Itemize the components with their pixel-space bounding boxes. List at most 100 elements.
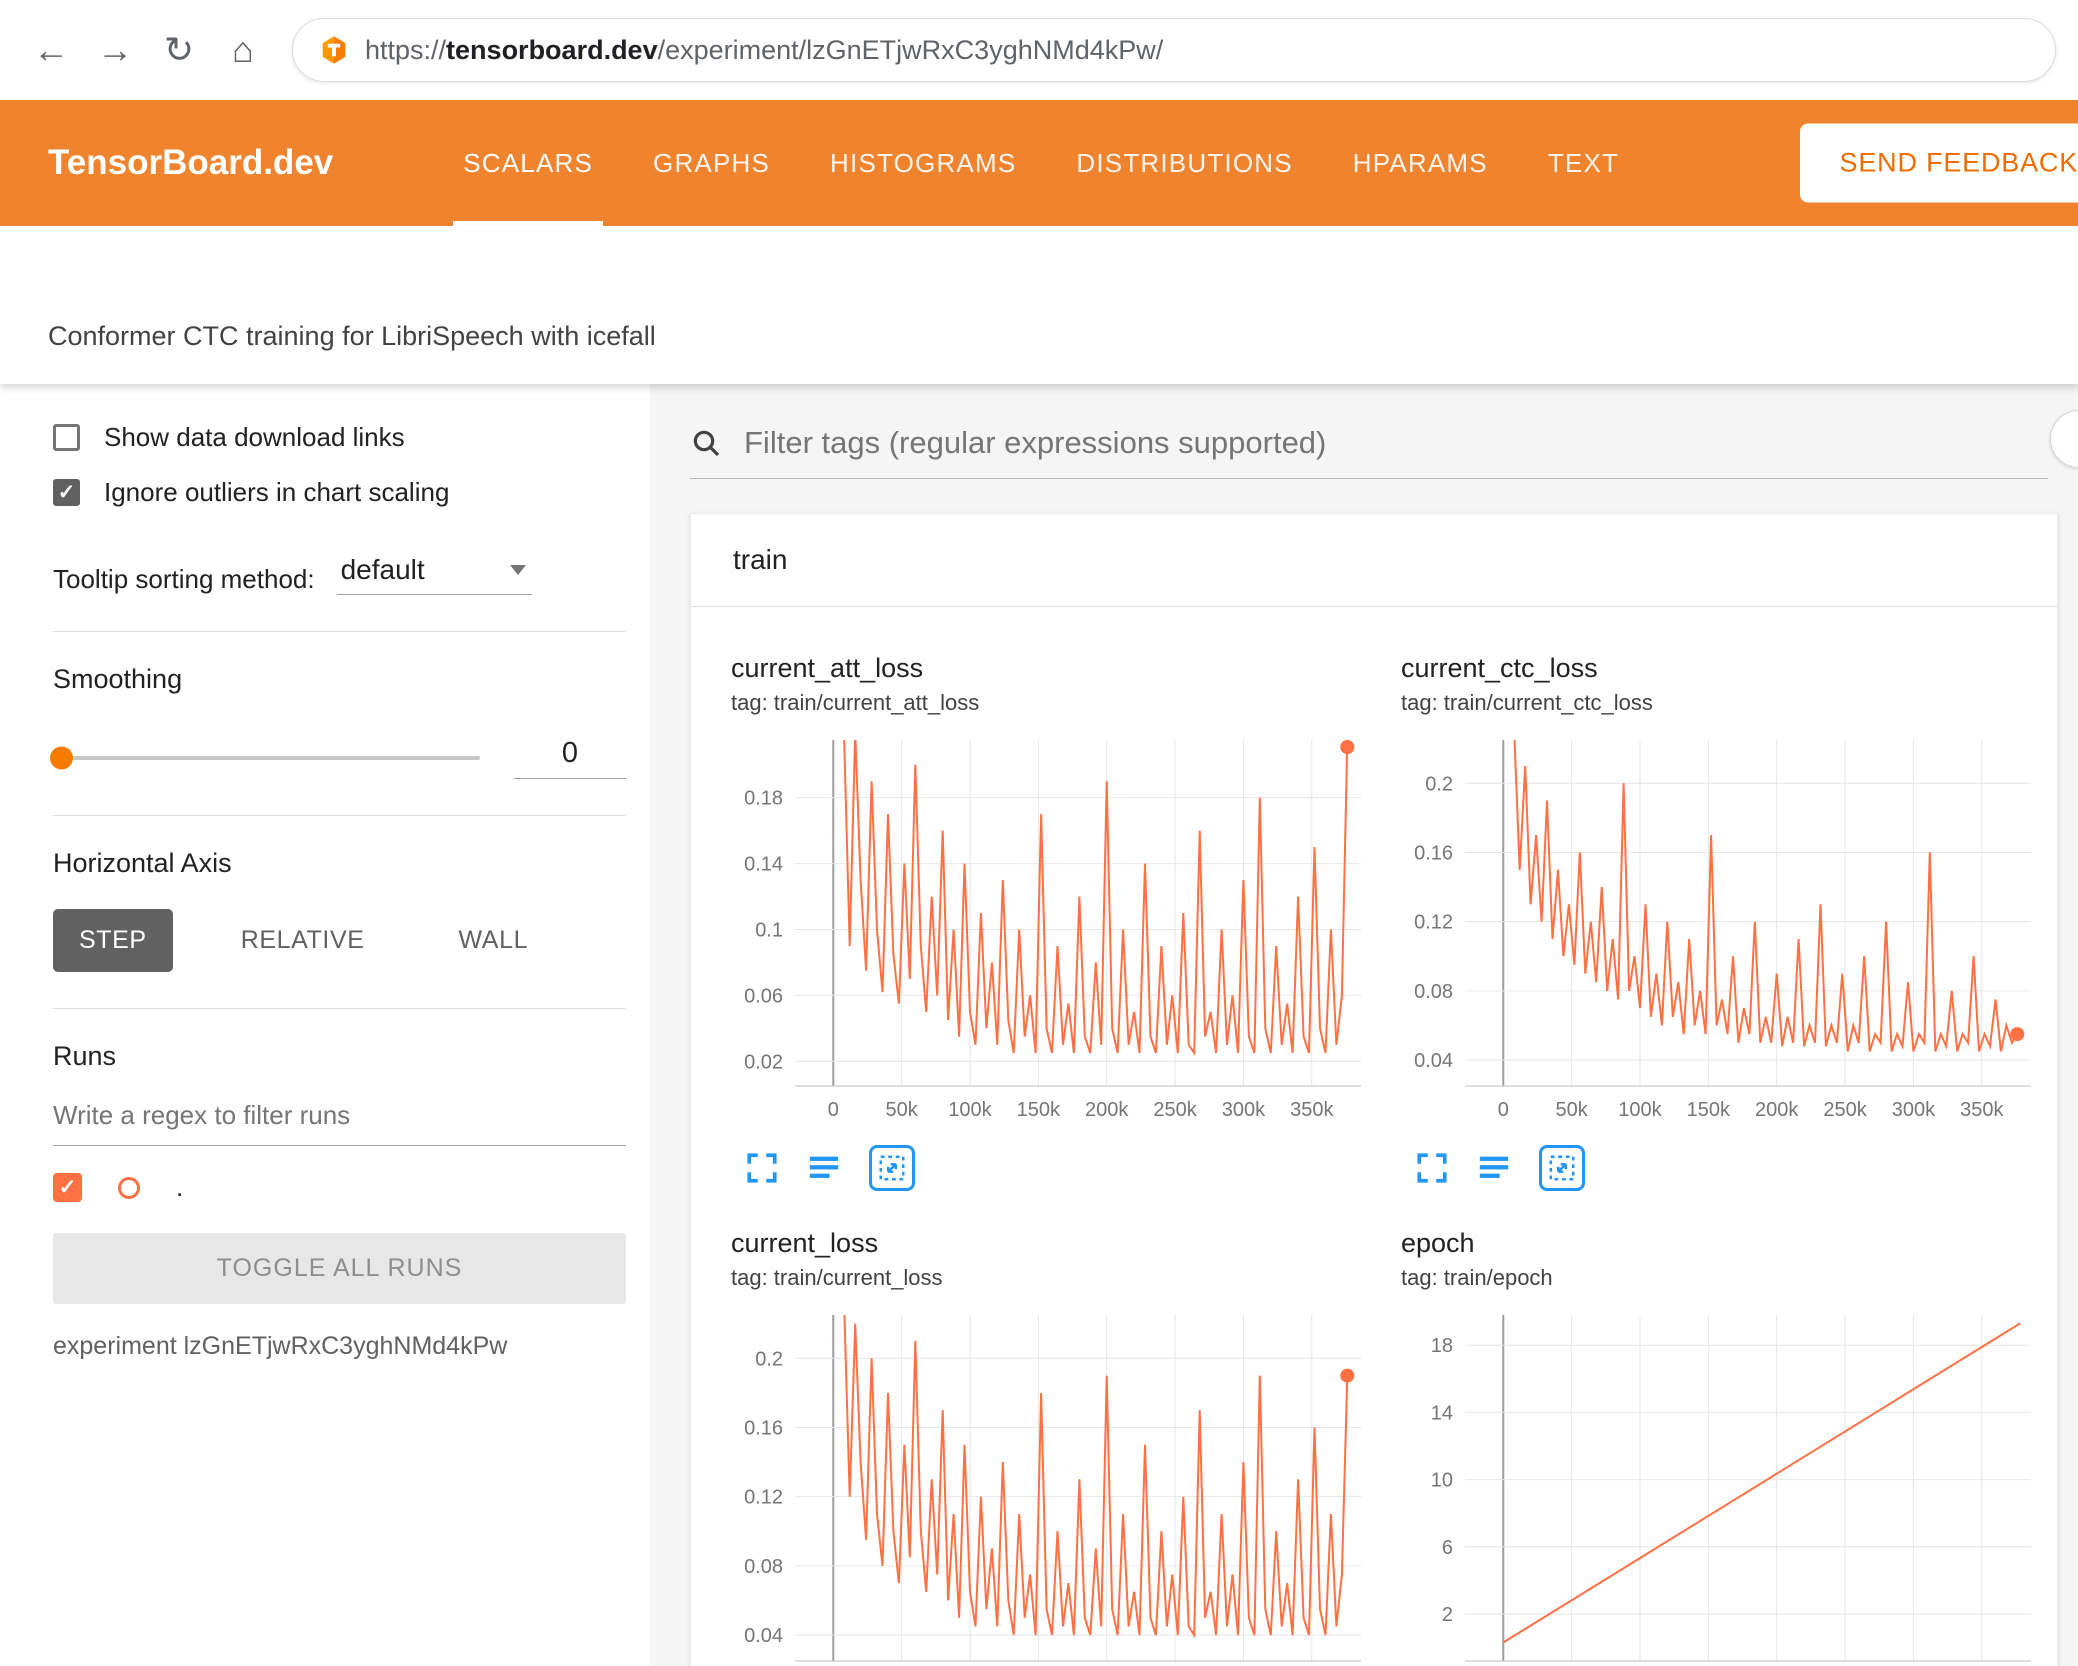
svg-text:10: 10 — [1431, 1470, 1453, 1492]
svg-text:0: 0 — [1498, 1099, 1509, 1121]
back-icon[interactable]: ← — [22, 21, 80, 79]
chart-toolbar — [1415, 1140, 2041, 1196]
svg-text:200k: 200k — [1755, 1099, 1799, 1121]
refresh-icon[interactable]: ↻ — [150, 21, 208, 79]
expand-chart-icon[interactable] — [745, 1151, 779, 1185]
smoothing-label: Smoothing — [53, 664, 183, 694]
url-bar[interactable]: https://tensorboard.dev/experiment/lzGnE… — [292, 18, 2056, 82]
chart-toolbar — [745, 1140, 1371, 1196]
ignore-outliers-row[interactable]: Ignore outliers in chart scaling — [53, 477, 626, 508]
section-header-train[interactable]: train — [691, 514, 2057, 607]
send-feedback-button[interactable]: SEND FEEDBACK — [1799, 123, 2078, 203]
svg-text:100k: 100k — [1618, 1099, 1662, 1121]
svg-text:0.2: 0.2 — [755, 1348, 783, 1370]
browser-chrome: ← → ↻ ⌂ https://tensorboard.dev/experime… — [0, 0, 2078, 100]
runs-filter-input[interactable] — [53, 1086, 626, 1146]
horizontal-axis-label: Horizontal Axis — [53, 848, 232, 878]
tab-hparams[interactable]: HPARAMS — [1353, 100, 1488, 226]
svg-text:18: 18 — [1431, 1335, 1453, 1357]
show-download-checkbox[interactable] — [53, 424, 80, 451]
main-area: Show data download links Ignore outliers… — [0, 384, 2078, 1666]
app-header: TensorBoard.dev SCALARS GRAPHS HISTOGRAM… — [0, 100, 2078, 226]
chart-plot[interactable]: 050k100k150k200k250k300k350k0.040.080.12… — [731, 1307, 1371, 1666]
axis-relative-button[interactable]: RELATIVE — [215, 909, 391, 972]
toggle-all-runs-button[interactable]: TOGGLE ALL RUNS — [53, 1233, 626, 1304]
url-text: https://tensorboard.dev/experiment/lzGnE… — [365, 34, 1164, 65]
chart-current-loss: current_loss tag: train/current_loss 050… — [731, 1202, 1371, 1666]
show-download-label: Show data download links — [104, 422, 405, 452]
charts-grid: current_att_loss tag: train/current_att_… — [691, 607, 2057, 1666]
expand-chart-icon[interactable] — [1415, 1151, 1449, 1185]
horizontal-lines-icon[interactable] — [1477, 1151, 1511, 1185]
tooltip-sorting-value: default — [340, 554, 425, 585]
home-icon[interactable]: ⌂ — [214, 21, 272, 79]
svg-text:14: 14 — [1431, 1402, 1453, 1424]
chart-tag: tag: train/current_ctc_loss — [1401, 690, 1653, 715]
svg-text:100k: 100k — [948, 1099, 992, 1121]
svg-text:250k: 250k — [1823, 1099, 1867, 1121]
svg-text:50k: 50k — [1556, 1099, 1589, 1121]
tab-scalars[interactable]: SCALARS — [453, 100, 603, 226]
ignore-outliers-label: Ignore outliers in chart scaling — [104, 477, 450, 507]
ignore-outliers-checkbox[interactable] — [53, 479, 80, 506]
experiment-id-caption: experiment lzGnETjwRxC3yghNMd4kPw — [53, 1332, 508, 1360]
axis-step-button[interactable]: STEP — [53, 909, 173, 972]
divider — [53, 631, 626, 632]
tab-distributions[interactable]: DISTRIBUTIONS — [1076, 100, 1292, 226]
svg-text:0.06: 0.06 — [744, 985, 783, 1007]
tab-bar: SCALARS GRAPHS HISTOGRAMS DISTRIBUTIONS … — [453, 100, 1619, 226]
smoothing-slider-row: 0 — [50, 737, 626, 779]
svg-text:0.14: 0.14 — [744, 854, 783, 876]
runs-section: Runs . TOGGLE ALL RUNS experiment lzGnET… — [53, 1041, 626, 1361]
chart-plot[interactable]: 0 50k 100k 150k 200k 250k 300k 350k 0.02 0.06 0.1 0… — [731, 732, 1371, 1132]
svg-text:250k: 250k — [1153, 1099, 1197, 1121]
fit-domain-icon[interactable] — [869, 1145, 915, 1191]
tooltip-sorting-select[interactable]: default — [336, 552, 532, 595]
svg-text:50k: 50k — [886, 1099, 919, 1121]
svg-text:0.04: 0.04 — [1414, 1050, 1453, 1072]
svg-text:0.08: 0.08 — [744, 1556, 783, 1578]
chart-plot[interactable]: 050k100k150k200k250k300k350k0.040.080.12… — [1401, 732, 2041, 1132]
tooltip-sorting-label: Tooltip sorting method: — [53, 564, 315, 594]
tab-text[interactable]: TEXT — [1548, 100, 1619, 226]
tooltip-sorting-row: Tooltip sorting method: default — [53, 552, 626, 595]
svg-text:0.2: 0.2 — [1425, 773, 1453, 795]
chart-title: current_ctc_loss — [1401, 653, 1598, 683]
svg-text:6: 6 — [1442, 1537, 1453, 1559]
divider — [53, 1008, 626, 1009]
chart-title: current_att_loss — [731, 653, 924, 683]
divider — [53, 815, 626, 816]
run-name: . — [176, 1172, 184, 1202]
run-row[interactable]: . — [53, 1172, 626, 1203]
settings-sidebar: Show data download links Ignore outliers… — [0, 384, 650, 1666]
axis-wall-button[interactable]: WALL — [433, 909, 555, 972]
forward-icon[interactable]: → — [86, 21, 144, 79]
svg-text:0.08: 0.08 — [1414, 981, 1453, 1003]
svg-text:350k: 350k — [1290, 1099, 1334, 1121]
svg-text:0: 0 — [828, 1099, 839, 1121]
chart-title: epoch — [1401, 1228, 1475, 1258]
svg-text:0.1: 0.1 — [755, 919, 783, 941]
run-checkbox[interactable] — [53, 1173, 82, 1202]
svg-text:0.04: 0.04 — [744, 1625, 783, 1647]
filter-tags-input[interactable] — [742, 424, 2048, 462]
chart-plot[interactable]: 050k100k150k200k250k300k350k26101418 — [1401, 1307, 2041, 1666]
tab-histograms[interactable]: HISTOGRAMS — [830, 100, 1016, 226]
svg-text:0.12: 0.12 — [744, 1487, 783, 1509]
smoothing-value-field[interactable]: 0 — [514, 737, 626, 779]
svg-text:0.16: 0.16 — [744, 1417, 783, 1439]
fit-domain-icon[interactable] — [1539, 1145, 1585, 1191]
tab-graphs[interactable]: GRAPHS — [653, 100, 770, 226]
smoothing-slider[interactable] — [50, 746, 480, 770]
horizontal-axis-buttons: STEP RELATIVE WALL — [53, 909, 626, 972]
runs-label: Runs — [53, 1041, 117, 1071]
chart-tag: tag: train/epoch — [1401, 1265, 1553, 1290]
show-download-row[interactable]: Show data download links — [53, 422, 626, 453]
svg-text:200k: 200k — [1085, 1099, 1129, 1121]
chart-tag: tag: train/current_loss — [731, 1265, 943, 1290]
settings-button[interactable] — [2050, 410, 2078, 468]
horizontal-lines-icon[interactable] — [807, 1151, 841, 1185]
chart-tag: tag: train/current_att_loss — [731, 690, 980, 715]
svg-text:0.02: 0.02 — [744, 1051, 783, 1073]
smoothing-slider-thumb[interactable] — [50, 746, 73, 770]
